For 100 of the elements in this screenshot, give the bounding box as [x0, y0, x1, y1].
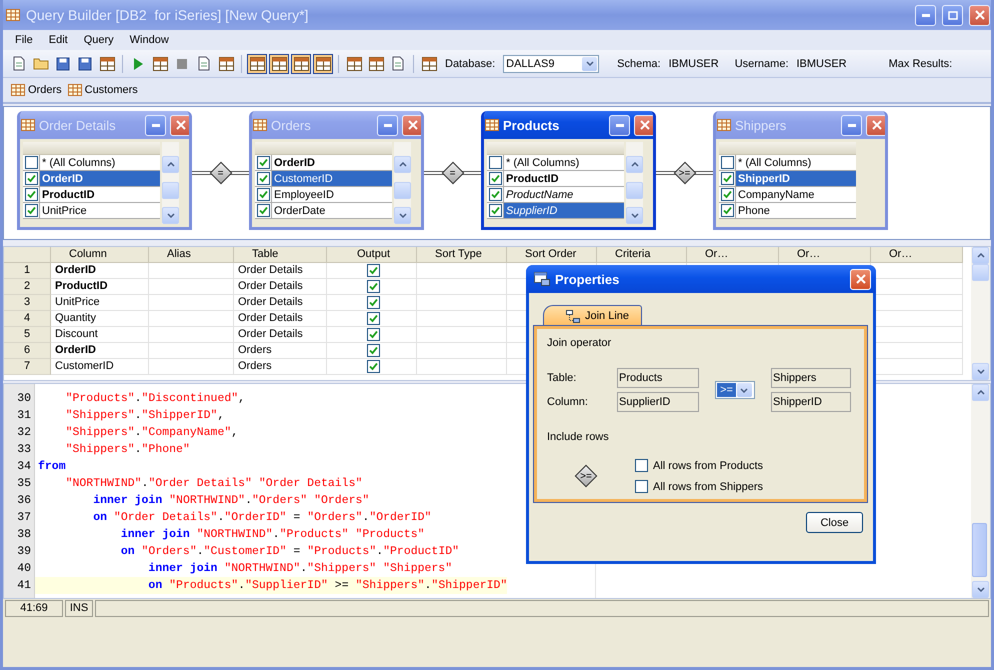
query-tab[interactable]: Customers — [68, 84, 138, 96]
vertical-scrollbar[interactable] — [626, 142, 643, 224]
checkbox[interactable] — [367, 312, 380, 325]
checkbox[interactable] — [367, 344, 380, 357]
scroll-down-button[interactable] — [972, 581, 989, 598]
query-tab[interactable]: Orders — [11, 84, 62, 96]
column-item[interactable]: ProductName — [487, 187, 624, 203]
chevron-down-icon — [630, 213, 638, 218]
table-cell: Order Details — [234, 279, 327, 295]
scroll-thumb[interactable] — [626, 182, 643, 198]
column-item[interactable]: Phone — [719, 203, 856, 219]
scroll-up-button[interactable] — [972, 384, 989, 401]
column-header[interactable]: Column — [51, 247, 149, 263]
menu-item[interactable]: Edit — [40, 34, 76, 46]
column-name: OrderID — [273, 156, 315, 168]
close-button[interactable] — [969, 4, 990, 26]
close-dialog-button[interactable]: Close — [806, 512, 863, 533]
menu-item[interactable]: Query — [76, 34, 122, 46]
column-item[interactable]: ProductID — [23, 187, 160, 203]
close-icon — [408, 120, 418, 130]
scroll-thumb[interactable] — [972, 523, 987, 577]
minimize-button[interactable] — [145, 114, 166, 136]
menu-item[interactable]: File — [7, 34, 41, 46]
column-item[interactable]: ShipperID — [719, 171, 856, 187]
column-name: ProductID — [41, 188, 95, 200]
row-header: 7 — [4, 359, 51, 375]
column-header[interactable]: Table — [234, 247, 327, 263]
checkbox[interactable] — [367, 296, 380, 309]
column-item[interactable]: ProductID — [487, 171, 624, 187]
scroll-thumb[interactable] — [162, 182, 179, 198]
toolbar-button[interactable] — [269, 54, 289, 74]
column-header[interactable]: Criteria — [597, 247, 687, 263]
vertical-scrollbar[interactable] — [971, 384, 990, 598]
checkbox[interactable] — [367, 328, 380, 341]
vertical-scrollbar[interactable] — [162, 142, 179, 224]
minimize-button[interactable] — [609, 114, 630, 136]
scroll-up-button[interactable] — [626, 156, 643, 173]
maximize-button[interactable] — [942, 4, 963, 26]
scroll-thumb[interactable] — [972, 264, 989, 281]
close-icon — [856, 274, 866, 284]
column-name: EmployeeID — [273, 188, 334, 200]
column-header[interactable]: Or… — [871, 247, 963, 263]
column-header[interactable]: Or… — [779, 247, 871, 263]
column-item[interactable]: OrderID — [23, 171, 160, 187]
column-item[interactable]: UnitPrice — [23, 203, 160, 219]
column-item[interactable]: OrderID — [255, 155, 392, 171]
checkbox[interactable] — [635, 459, 648, 472]
operator-dropdown[interactable]: >= — [715, 381, 755, 399]
scroll-up-button[interactable] — [162, 156, 179, 173]
stop-icon — [176, 58, 188, 70]
column-header[interactable]: Sort Order — [507, 247, 597, 263]
column-item[interactable]: EmployeeID — [255, 187, 392, 203]
toolbar-button[interactable] — [291, 54, 311, 74]
scroll-down-button[interactable] — [972, 363, 989, 380]
column-header[interactable]: Or… — [687, 247, 779, 263]
checkbox[interactable] — [367, 264, 380, 277]
scroll-thumb[interactable] — [394, 182, 411, 198]
option-checkbox[interactable]: All rows from Shippers — [635, 480, 764, 493]
menu-item[interactable]: Window — [122, 34, 177, 46]
close-button[interactable] — [170, 114, 189, 136]
vertical-scrollbar[interactable] — [971, 247, 990, 380]
minimize-button[interactable] — [915, 4, 936, 26]
close-button[interactable] — [402, 114, 421, 136]
column-item[interactable]: CustomerID — [255, 171, 392, 187]
table-cell: Order Details — [234, 263, 327, 279]
checkbox[interactable] — [367, 280, 380, 293]
column-header[interactable]: Alias — [149, 247, 234, 263]
close-button[interactable] — [634, 114, 653, 136]
checkbox[interactable] — [635, 480, 648, 493]
chevron-down-icon — [398, 213, 406, 218]
column-item[interactable]: * (All Columns) — [487, 155, 624, 171]
close-button[interactable] — [866, 114, 885, 136]
table-cell: Order Details — [234, 295, 327, 311]
scroll-down-button[interactable] — [394, 207, 411, 224]
close-icon — [640, 120, 650, 130]
toolbar-button[interactable] — [247, 54, 267, 74]
vertical-scrollbar[interactable] — [394, 142, 411, 224]
checkbox[interactable] — [367, 360, 380, 373]
scroll-down-button[interactable] — [626, 207, 643, 224]
column-item[interactable]: CompanyName — [719, 187, 856, 203]
database-dropdown[interactable]: DALLAS9 — [503, 54, 600, 72]
code-line: "Products"."Discontinued", — [64, 391, 246, 407]
minimize-button[interactable] — [377, 114, 398, 136]
column-item[interactable]: SupplierID — [487, 203, 624, 219]
toolbar-button[interactable] — [313, 54, 333, 74]
scroll-up-button[interactable] — [972, 247, 989, 264]
minimize-button[interactable] — [841, 114, 862, 136]
column-item[interactable]: * (All Columns) — [23, 155, 160, 171]
column-item[interactable]: * (All Columns) — [719, 155, 856, 171]
code-line: on "Order Details"."OrderID" = "Orders"."OrderID" — [92, 510, 432, 526]
code-line: "Shippers"."Phone" — [64, 442, 190, 458]
option-checkbox[interactable]: All rows from Products — [635, 459, 764, 472]
dialog-tab[interactable]: Join Line — [543, 305, 642, 326]
save-icon — [56, 56, 70, 70]
column-name: CustomerID — [273, 172, 333, 184]
scroll-down-button[interactable] — [162, 207, 179, 224]
scroll-up-button[interactable] — [394, 156, 411, 173]
column-header[interactable]: Sort Type — [417, 247, 507, 263]
column-item[interactable]: OrderDate — [255, 203, 392, 219]
column-header[interactable]: Output — [327, 247, 417, 263]
